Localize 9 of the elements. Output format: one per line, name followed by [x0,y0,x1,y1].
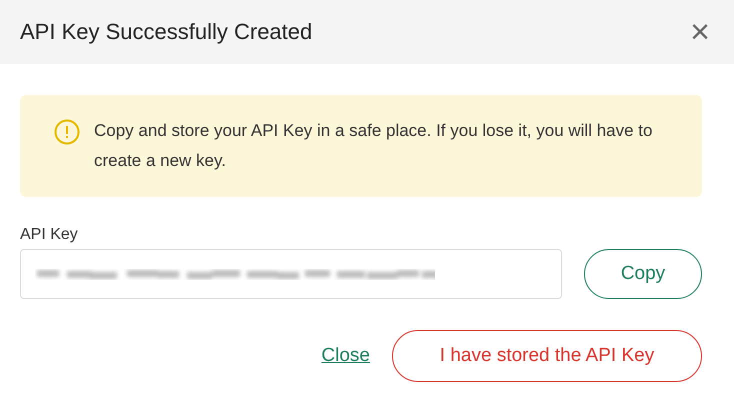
close-button[interactable]: × [690,15,710,49]
alert-message: Copy and store your API Key in a safe place. If you lose it, you will have to create a new key. [94,120,654,172]
close-link[interactable]: Close [321,345,370,367]
copy-button[interactable]: Copy [584,249,702,299]
dialog-title: API Key Successfully Created [20,19,312,45]
api-key-field[interactable] [20,249,562,299]
warning-icon [54,119,80,145]
field-label: API Key [20,226,79,244]
confirm-button[interactable]: I have stored the API Key [392,330,702,382]
